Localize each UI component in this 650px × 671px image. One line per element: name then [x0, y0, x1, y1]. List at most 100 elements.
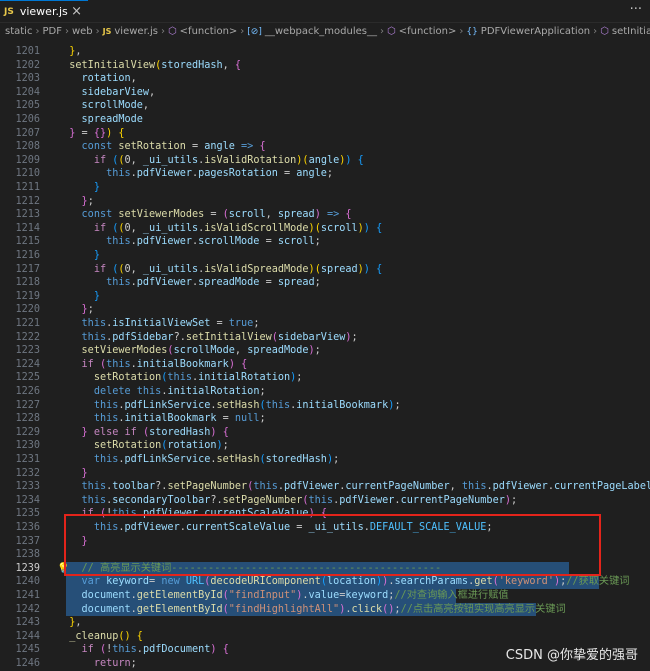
- code-line[interactable]: 1216 }: [0, 249, 650, 263]
- code-line[interactable]: 1234 this.secondaryToolbar?.setPageNumbe…: [0, 494, 650, 508]
- code-text: setRotation(this.initialRotation);: [93, 372, 303, 384]
- code-line[interactable]: 1220 };: [0, 303, 650, 317]
- code-text: this.isInitialViewSet = true;: [81, 318, 260, 329]
- line-number: 1243: [15, 617, 40, 629]
- code-line[interactable]: 1221 this.isInitialViewSet = true;: [0, 317, 650, 331]
- object-braces-icon: {}: [466, 26, 478, 37]
- code-line[interactable]: 1211 }: [0, 181, 650, 195]
- line-number: 1221: [15, 318, 40, 329]
- line-number: 1202: [15, 59, 40, 71]
- breadcrumb-item-app[interactable]: PDFViewerApplication: [481, 26, 590, 37]
- breadcrumb-item-method[interactable]: setInitialView: [612, 26, 650, 37]
- code-text: this.pdfViewer.spreadMode = spread;: [106, 277, 321, 289]
- code-line[interactable]: 1230 setRotation(rotation);: [0, 439, 650, 453]
- code-text: _cleanup() {: [69, 630, 143, 642]
- code-line[interactable]: 1203 rotation,: [0, 72, 650, 86]
- line-number: 1223: [15, 345, 40, 357]
- function-cube-icon: ⬡: [387, 26, 396, 37]
- code-line[interactable]: 1240 var keyword= new URL(decodeURICompo…: [0, 575, 650, 589]
- code-line[interactable]: 1233 this.toolbar?.setPageNumber(this.pd…: [0, 480, 650, 494]
- chevron-right-icon: ›: [35, 26, 40, 37]
- code-line[interactable]: 1226 delete this.initialRotation;: [0, 385, 650, 399]
- line-number: 1239: [15, 562, 40, 574]
- code-line[interactable]: 1219 }: [0, 290, 650, 304]
- code-text: this.toolbar?.setPageNumber(this.pdfView…: [81, 481, 650, 493]
- code-line[interactable]: 1202 setInitialView(storedHash, {: [0, 59, 650, 73]
- code-text: if (this.initialBookmark) {: [81, 358, 248, 370]
- breadcrumb-item-web[interactable]: web: [72, 26, 93, 37]
- highlight-annotation-box: [64, 514, 601, 576]
- breadcrumb-item-static[interactable]: static: [5, 26, 32, 37]
- code-line[interactable]: 1210 this.pdfViewer.pagesRotation = angl…: [0, 167, 650, 181]
- code-text: scrollMode,: [81, 100, 150, 112]
- line-number: 1205: [15, 100, 40, 112]
- code-line[interactable]: 1225 setRotation(this.initialRotation);: [0, 371, 650, 385]
- chevron-right-icon: ›: [380, 26, 384, 37]
- more-actions-icon[interactable]: ···: [630, 2, 642, 17]
- chevron-right-icon: ›: [160, 26, 165, 37]
- tab-viewer-js[interactable]: JS viewer.js ×: [0, 0, 88, 22]
- code-text: if ((0, _ui_utils.isValidScrollMode)(scr…: [93, 222, 383, 234]
- breadcrumb-item-pdf[interactable]: PDF: [42, 26, 61, 37]
- chevron-right-icon: ›: [240, 26, 245, 37]
- line-number: 1203: [15, 73, 40, 85]
- code-line[interactable]: 1243 },: [0, 616, 650, 630]
- method-cube-icon: ⬡: [600, 26, 609, 37]
- code-line[interactable]: 1229 } else if (storedHash) {: [0, 426, 650, 440]
- line-number: 1219: [15, 290, 40, 302]
- code-line[interactable]: 1215 this.pdfViewer.scrollMode = scroll;: [0, 235, 650, 249]
- code-text: this.secondaryToolbar?.setPageNumber(thi…: [81, 494, 518, 506]
- line-number: 1209: [15, 154, 40, 166]
- code-line[interactable]: 1208 const setRotation = angle => {: [0, 140, 650, 154]
- code-text: setRotation(rotation);: [93, 440, 229, 452]
- code-text: if ((0, _ui_utils.isValidSpreadMode)(spr…: [93, 263, 383, 275]
- code-line[interactable]: 1231 this.pdfLinkService.setHash(storedH…: [0, 453, 650, 467]
- code-line[interactable]: 1228 this.initialBookmark = null;: [0, 412, 650, 426]
- line-number: 1234: [15, 494, 40, 506]
- code-text: }: [93, 250, 100, 261]
- code-text: if ((0, _ui_utils.isValidRotation)(angle…: [93, 154, 364, 166]
- code-line[interactable]: 1227 this.pdfLinkService.setHash(this.in…: [0, 399, 650, 413]
- code-text: this.pdfLinkService.setHash(this.initial…: [93, 399, 401, 411]
- line-number: 1244: [15, 630, 40, 642]
- javascript-file-icon: JS: [4, 6, 14, 17]
- code-line[interactable]: 1217 if ((0, _ui_utils.isValidSpreadMode…: [0, 263, 650, 277]
- breadcrumb-item-function[interactable]: <function>: [180, 26, 238, 37]
- line-number: 1206: [15, 114, 40, 125]
- code-line[interactable]: 1244 _cleanup() {: [0, 630, 650, 644]
- code-line[interactable]: 1206 spreadMode: [0, 113, 650, 127]
- code-line[interactable]: 1205 scrollMode,: [0, 99, 650, 113]
- breadcrumb-item-file[interactable]: viewer.js: [114, 26, 158, 37]
- code-text: } else if (storedHash) {: [81, 426, 229, 438]
- code-line[interactable]: 1204 sidebarView,: [0, 86, 650, 100]
- breadcrumb-item-modules[interactable]: __webpack_modules__: [265, 26, 377, 37]
- line-number: 1238: [15, 549, 40, 561]
- line-number: 1204: [15, 86, 40, 98]
- code-text: }: [81, 467, 88, 479]
- code-line[interactable]: 1232 }: [0, 467, 650, 481]
- line-number: 1214: [15, 222, 40, 234]
- code-text: this.pdfLinkService.setHash(storedHash);: [93, 454, 340, 465]
- code-line[interactable]: 1218 this.pdfViewer.spreadMode = spread;: [0, 276, 650, 290]
- code-line[interactable]: 1212 };: [0, 195, 650, 209]
- breadcrumb-item-function-2[interactable]: <function>: [399, 26, 457, 37]
- code-line[interactable]: 1242 document.getElementById("findHighli…: [0, 602, 650, 617]
- code-line[interactable]: 1214 if ((0, _ui_utils.isValidScrollMode…: [0, 222, 650, 236]
- code-line[interactable]: 1241 document.getElementById("findInput"…: [0, 589, 650, 603]
- line-number: 1231: [15, 454, 40, 465]
- code-line[interactable]: 1222 this.pdfSidebar?.setInitialView(sid…: [0, 331, 650, 345]
- code-line[interactable]: 1201 },: [0, 45, 650, 59]
- code-text: },: [69, 46, 82, 57]
- code-text: },: [69, 617, 82, 629]
- line-number: 1232: [15, 467, 40, 479]
- code-line[interactable]: 1209 if ((0, _ui_utils.isValidRotation)(…: [0, 154, 650, 168]
- line-number: 1228: [15, 413, 40, 425]
- line-number: 1236: [15, 522, 40, 533]
- code-line[interactable]: 1207 } = {}) {: [0, 127, 650, 141]
- code-line[interactable]: 1223 setViewerModes(scrollMode, spreadMo…: [0, 344, 650, 358]
- variable-brackets-icon: [⊘]: [247, 26, 262, 37]
- code-line[interactable]: 1224 if (this.initialBookmark) {: [0, 358, 650, 372]
- code-line[interactable]: 1213 const setViewerModes = (scroll, spr…: [0, 208, 650, 222]
- code-text: setInitialView(storedHash, {: [69, 59, 242, 71]
- close-icon[interactable]: ×: [71, 4, 82, 19]
